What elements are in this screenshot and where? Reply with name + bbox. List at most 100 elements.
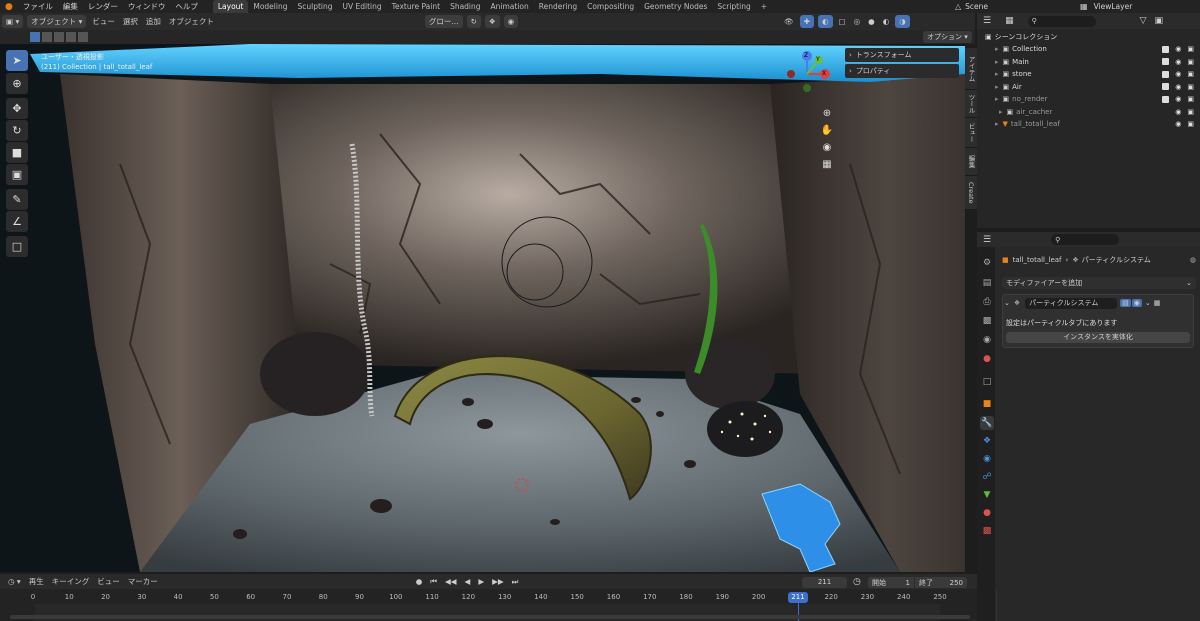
eye-icon[interactable]: ◉ bbox=[1175, 58, 1181, 66]
timeline-scrollbar[interactable] bbox=[10, 615, 970, 619]
modifier-tab-icon[interactable]: 🔧 bbox=[980, 416, 994, 430]
navigation-gizmo[interactable]: X Y Z bbox=[785, 48, 835, 94]
menu-keying[interactable]: キーイング bbox=[48, 575, 94, 588]
camera-icon[interactable]: ▣ bbox=[1187, 95, 1194, 103]
tool-add-cube[interactable]: □ bbox=[6, 236, 28, 257]
menu-view[interactable]: ビュー bbox=[88, 15, 119, 28]
tab-animation[interactable]: Animation bbox=[486, 0, 534, 13]
scene-selector[interactable]: △ Scene bbox=[955, 0, 1050, 13]
jump-start-icon[interactable]: ⏮ bbox=[426, 575, 441, 588]
side-tab-edit[interactable]: 編集 bbox=[965, 148, 977, 176]
select-mode-icons[interactable] bbox=[30, 32, 88, 42]
eye-icon[interactable]: ◉ bbox=[1175, 108, 1181, 116]
expand-arrow-icon[interactable]: ▸ bbox=[995, 120, 999, 128]
world-tab-icon[interactable]: ● bbox=[980, 352, 994, 366]
menu-select[interactable]: 選択 bbox=[119, 15, 142, 28]
properties-editor-icon[interactable]: ☰ bbox=[983, 235, 991, 245]
gizmo-toggle-icon[interactable]: ✚ bbox=[799, 15, 814, 28]
tool-cursor[interactable]: ⊕ bbox=[6, 73, 28, 94]
zoom-icon[interactable]: ⊕ bbox=[820, 106, 834, 120]
tab-layout[interactable]: Layout bbox=[212, 0, 249, 13]
expand-arrow-icon[interactable]: ▸ bbox=[999, 108, 1003, 116]
eye-icon[interactable]: ◉ bbox=[1175, 120, 1181, 128]
camera-icon[interactable]: ▣ bbox=[1187, 58, 1194, 66]
tool-scale[interactable]: ■ bbox=[6, 142, 28, 163]
tab-rendering[interactable]: Rendering bbox=[534, 0, 582, 13]
menu-timeline-view[interactable]: ビュー bbox=[93, 575, 124, 588]
make-instances-real-button[interactable]: インスタンスを実体化 bbox=[1006, 332, 1190, 343]
proportional-edit-icon[interactable]: ◉ bbox=[503, 15, 519, 28]
outliner-scene-collection[interactable]: ▣ シーンコレクション bbox=[977, 31, 1200, 43]
add-modifier-dropdown[interactable]: モディファイアーを追加 ⌄ bbox=[1002, 277, 1196, 289]
tool-tab-icon[interactable]: ⚙ bbox=[980, 256, 994, 270]
output-tab-icon[interactable]: ⎙ bbox=[980, 295, 994, 309]
tab-shading[interactable]: Shading bbox=[445, 0, 485, 13]
camera-icon[interactable]: ◉ bbox=[820, 140, 834, 154]
new-collection-icon[interactable]: ▣ bbox=[1155, 16, 1164, 26]
shading-material-icon[interactable]: ◐ bbox=[879, 15, 894, 28]
stopwatch-icon[interactable]: ◷ bbox=[853, 577, 861, 587]
modifier-extra-icon[interactable]: ▦ bbox=[1154, 299, 1161, 307]
timeline-editor-icon[interactable]: ◷ ▾ bbox=[4, 575, 25, 588]
view-layer-tab-icon[interactable]: ▩ bbox=[980, 314, 994, 328]
tab-compositing[interactable]: Compositing bbox=[582, 0, 639, 13]
outliner-row[interactable]: ▸ ▣ air_cacher ◉ ▣ bbox=[977, 106, 1200, 118]
menu-window[interactable]: ウィンドウ bbox=[123, 1, 171, 12]
menu-object[interactable]: オブジェクト bbox=[165, 15, 218, 28]
mode-dropdown[interactable]: オブジェクト ▾ bbox=[27, 15, 87, 28]
overlay-toggle-icon[interactable]: ◐ bbox=[817, 15, 833, 28]
show-viewport-icon[interactable]: ▤ bbox=[1120, 299, 1131, 307]
tab-uv-editing[interactable]: UV Editing bbox=[338, 0, 387, 13]
modifier-name-field[interactable]: パーティクルシステム bbox=[1025, 297, 1118, 309]
outliner-row[interactable]: ▸ ▣ Main ◉ ▣ bbox=[977, 56, 1200, 68]
show-render-icon[interactable]: ◉ bbox=[1131, 299, 1142, 307]
exclude-checkbox[interactable] bbox=[1162, 45, 1170, 53]
side-tab-view[interactable]: ビュー bbox=[965, 118, 977, 148]
outliner-filter-mode-icon[interactable]: ▦ bbox=[1005, 16, 1014, 26]
camera-icon[interactable]: ▣ bbox=[1187, 45, 1194, 53]
options-dropdown[interactable]: オプション ▾ bbox=[923, 31, 972, 43]
play-reverse-icon[interactable]: ◀ bbox=[461, 575, 475, 588]
camera-icon[interactable]: ▣ bbox=[1187, 83, 1194, 91]
side-tab-create[interactable]: Create bbox=[965, 176, 977, 210]
pan-hand-icon[interactable]: ✋ bbox=[820, 123, 834, 137]
play-icon[interactable]: ▶ bbox=[474, 575, 488, 588]
editor-type-button[interactable]: ▣ ▾ bbox=[2, 15, 24, 28]
n-panel-transform[interactable]: › トランスフォーム bbox=[845, 48, 959, 62]
shading-rendered-icon[interactable]: ◑ bbox=[895, 15, 910, 28]
outliner-editor-icon[interactable]: ☰ bbox=[983, 16, 991, 26]
tab-texture-paint[interactable]: Texture Paint bbox=[387, 0, 445, 13]
chevron-down-icon[interactable]: ⌄ bbox=[1145, 299, 1151, 307]
exclude-checkbox[interactable] bbox=[1162, 83, 1170, 90]
properties-scrollbar[interactable] bbox=[996, 589, 997, 621]
menu-marker[interactable]: マーカー bbox=[124, 575, 162, 588]
tool-transform[interactable]: ▣ bbox=[6, 164, 28, 185]
shading-solid-icon[interactable]: ● bbox=[864, 15, 879, 28]
tab-sculpting[interactable]: Sculpting bbox=[292, 0, 337, 13]
exclude-checkbox[interactable] bbox=[1162, 95, 1170, 103]
eye-icon[interactable]: ◉ bbox=[1175, 45, 1181, 53]
outliner-search-input[interactable]: ⚲ bbox=[1027, 15, 1096, 27]
expand-arrow-icon[interactable]: ▸ bbox=[995, 95, 999, 103]
tool-measure[interactable]: ∠ bbox=[6, 211, 28, 232]
tab-scripting[interactable]: Scripting bbox=[712, 0, 755, 13]
chevron-down-icon[interactable]: ⌄ bbox=[1004, 299, 1010, 307]
tool-annotate[interactable]: ✎ bbox=[6, 189, 28, 210]
playhead-frame-badge[interactable]: 211 bbox=[788, 592, 808, 603]
record-icon[interactable]: ● bbox=[412, 575, 427, 588]
blender-logo-icon[interactable]: ● bbox=[0, 2, 18, 12]
tool-rotate[interactable]: ↻ bbox=[6, 120, 28, 141]
eye-icon[interactable]: ◉ bbox=[1175, 95, 1181, 103]
outliner-row[interactable]: ▸ ▣ stone ◉ ▣ bbox=[977, 68, 1200, 80]
physics-tab-icon[interactable]: ◉ bbox=[980, 452, 994, 466]
constraints-tab-icon[interactable]: ☍ bbox=[980, 470, 994, 484]
jump-end-icon[interactable]: ⏭ bbox=[508, 575, 523, 588]
tool-select-box[interactable]: ➤ bbox=[6, 50, 28, 71]
orientation-dropdown[interactable]: グロー... bbox=[424, 15, 463, 28]
menu-add[interactable]: 追加 bbox=[142, 15, 165, 28]
texture-tab-icon[interactable]: ▩ bbox=[980, 524, 994, 538]
camera-icon[interactable]: ▣ bbox=[1187, 70, 1194, 78]
material-tab-icon[interactable]: ● bbox=[980, 506, 994, 520]
tab-geometry-nodes[interactable]: Geometry Nodes bbox=[639, 0, 712, 13]
expand-arrow-icon[interactable]: ▸ bbox=[995, 45, 999, 53]
